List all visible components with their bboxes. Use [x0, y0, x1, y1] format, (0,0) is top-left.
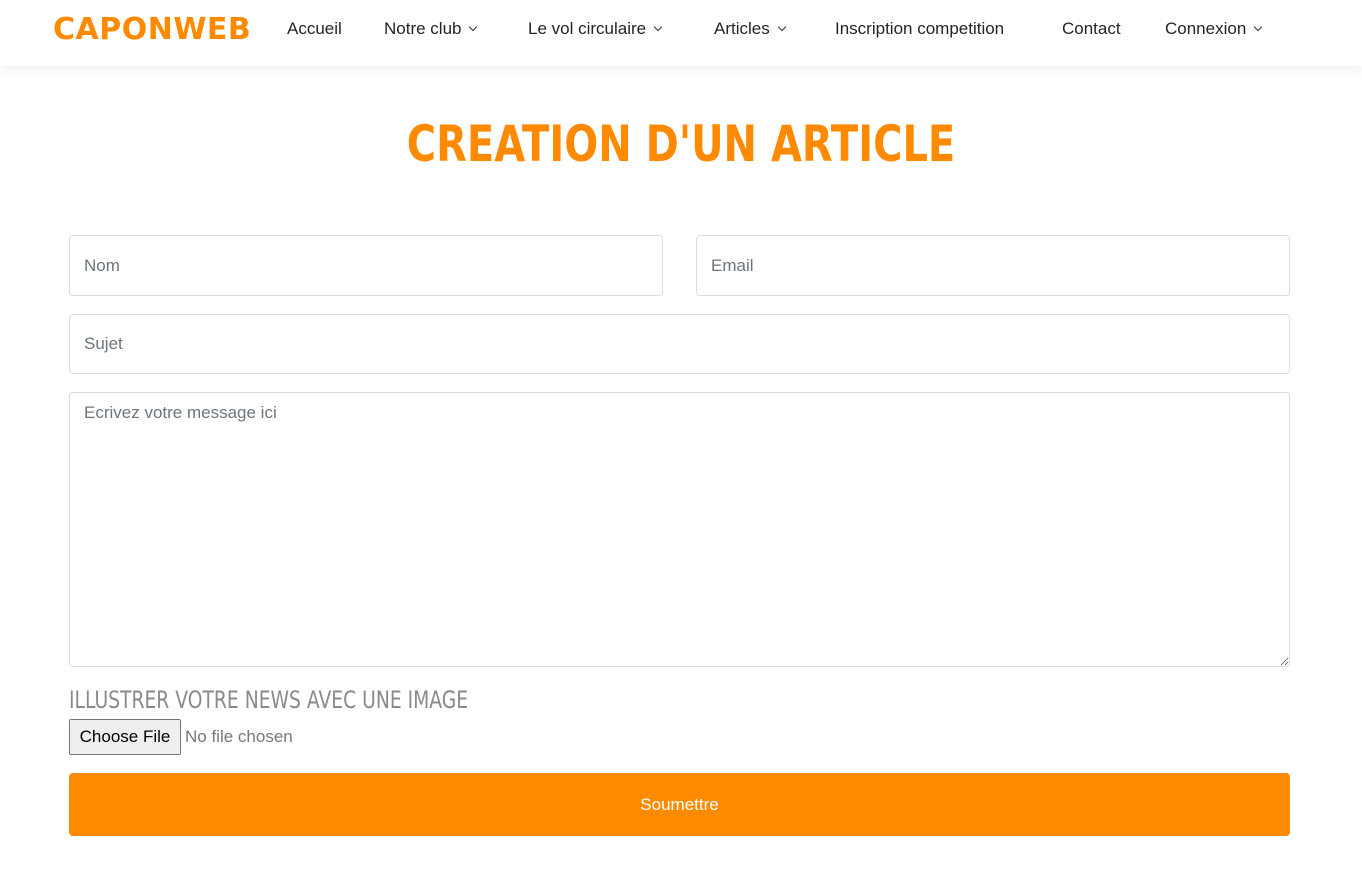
chevron-down-icon — [777, 22, 786, 32]
nav-item-label: Le vol circulaire — [528, 19, 647, 38]
chevron-down-icon — [1254, 22, 1263, 32]
nav-item-articles[interactable]: Articles — [714, 18, 786, 40]
nav-item-accueil[interactable]: Accueil — [287, 18, 342, 40]
nav-item-connexion[interactable]: Connexion — [1165, 18, 1263, 40]
file-status-text: No file chosen — [185, 727, 293, 746]
image-upload-label: ILLUSTRER VOTRE NEWS AVEC UNE IMAGE — [69, 686, 469, 714]
nav-item-label: Contact — [1062, 19, 1121, 38]
nav-item-le-vol-circulaire[interactable]: Le vol circulaire — [528, 18, 663, 40]
choose-file-button[interactable]: Choose File — [69, 719, 181, 755]
nav-item-label: Connexion — [1165, 19, 1247, 38]
nav-item-inscription-competition[interactable]: Inscription competition — [835, 18, 1004, 40]
nav-item-label: Notre club — [384, 19, 462, 38]
nav-item-contact[interactable]: Contact — [1062, 18, 1121, 40]
site-logo[interactable]: CAPONWEB — [53, 12, 251, 48]
chevron-down-icon — [469, 22, 478, 32]
site-header: CAPONWEB Accueil Notre club Le vol circu… — [0, 0, 1362, 66]
email-input[interactable] — [696, 235, 1290, 296]
message-textarea[interactable] — [69, 392, 1290, 667]
nav-item-label: Articles — [714, 19, 770, 38]
subject-input[interactable] — [69, 314, 1290, 374]
submit-button[interactable]: Soumettre — [69, 773, 1290, 836]
chevron-down-icon — [653, 22, 663, 32]
name-input[interactable] — [69, 235, 663, 296]
page-title: CREATION D'UN ARTICLE — [406, 115, 956, 173]
nav-item-notre-club[interactable]: Notre club — [384, 18, 478, 40]
nav-item-label: Inscription competition — [835, 19, 1005, 38]
nav-item-label: Accueil — [287, 19, 342, 38]
